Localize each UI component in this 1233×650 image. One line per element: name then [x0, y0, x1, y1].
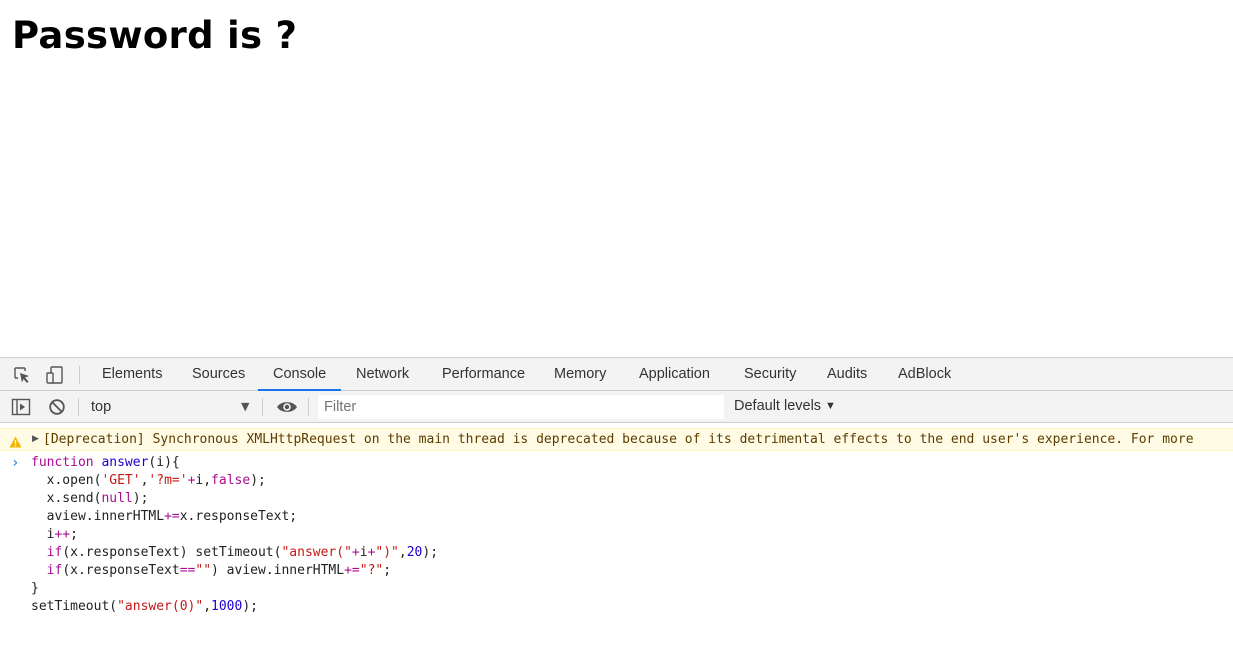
- toolbar-separator: [78, 398, 79, 416]
- tab-sources[interactable]: Sources: [192, 358, 245, 390]
- code-line: if(x.responseText=="") aview.innerHTML+=…: [46, 563, 392, 578]
- code-line: function answer(i){: [31, 455, 180, 470]
- code-line: x.send(null);: [31, 491, 149, 506]
- devtools-tab-bar: Elements Sources Console Network Perform…: [0, 357, 1233, 391]
- warning-icon: [9, 433, 22, 448]
- tab-separator: [79, 366, 80, 384]
- log-levels-label: Default levels: [734, 398, 822, 414]
- chevron-down-icon: ▼: [241, 400, 250, 413]
- prompt-chevron-icon: ›: [11, 455, 20, 471]
- code-line: x.open('GET','?m='+i,false);: [31, 473, 266, 488]
- page-heading: Password is ?: [12, 14, 298, 57]
- device-toggle-icon[interactable]: [45, 365, 65, 385]
- devtools-panel: Elements Sources Console Network Perform…: [0, 357, 1233, 650]
- expand-triangle-icon[interactable]: ▶: [32, 431, 39, 448]
- toolbar-separator: [262, 398, 263, 416]
- tab-adblock[interactable]: AdBlock: [898, 358, 951, 390]
- console-toolbar: top ▼ Default levels▼: [0, 391, 1233, 423]
- element-picker-icon[interactable]: [12, 365, 32, 385]
- tab-elements[interactable]: Elements: [102, 358, 162, 390]
- filter-input[interactable]: [318, 395, 724, 419]
- console-warning-message[interactable]: ▶ [Deprecation] Synchronous XMLHttpReque…: [0, 428, 1233, 451]
- context-select[interactable]: top ▼: [84, 391, 256, 422]
- sidebar-toggle-icon[interactable]: [11, 397, 31, 417]
- chevron-down-icon: ▼: [825, 400, 836, 412]
- tab-application[interactable]: Application: [639, 358, 710, 390]
- code-line: }: [31, 581, 39, 596]
- live-expression-eye-icon[interactable]: [276, 397, 297, 417]
- tab-network[interactable]: Network: [356, 358, 409, 390]
- tab-security[interactable]: Security: [744, 358, 796, 390]
- context-value: top: [91, 399, 112, 415]
- console-output[interactable]: ▶ [Deprecation] Synchronous XMLHttpReque…: [0, 423, 1233, 650]
- tab-audits[interactable]: Audits: [827, 358, 867, 390]
- tab-memory[interactable]: Memory: [554, 358, 606, 390]
- code-line: aview.innerHTML+=x.responseText;: [31, 509, 298, 524]
- code-line: setTimeout("answer(0)",1000);: [31, 599, 258, 614]
- log-levels-dropdown[interactable]: Default levels ▼: [734, 391, 836, 423]
- tab-console[interactable]: Console: [273, 358, 326, 390]
- warning-text: [Deprecation] Synchronous XMLHttpRequest…: [43, 432, 1194, 447]
- code-line: i++;: [31, 527, 78, 542]
- toolbar-separator: [308, 398, 309, 416]
- web-page-content: Password is ?: [0, 0, 1233, 357]
- console-input-code[interactable]: function answer(i){ x.open('GET','?m='+i…: [31, 454, 438, 616]
- code-line: if(x.responseText) setTimeout("answer("+…: [46, 545, 439, 560]
- clear-console-icon[interactable]: [47, 397, 67, 417]
- tab-performance[interactable]: Performance: [442, 358, 525, 390]
